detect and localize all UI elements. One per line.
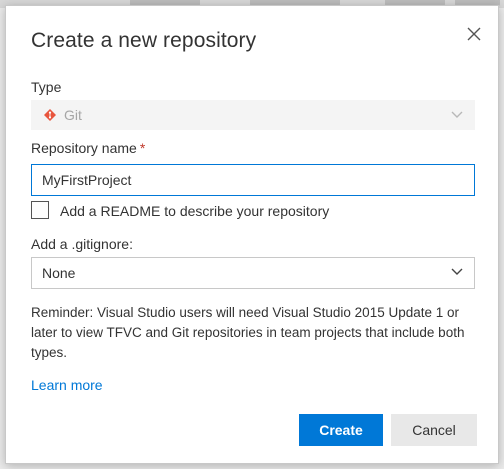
close-icon bbox=[467, 27, 481, 41]
cancel-button[interactable]: Cancel bbox=[391, 414, 477, 446]
type-label: Type bbox=[31, 79, 62, 95]
readme-checkbox[interactable] bbox=[31, 201, 49, 219]
close-button[interactable] bbox=[460, 20, 488, 48]
repository-name-label: Repository name * bbox=[31, 140, 145, 156]
chevron-down-icon bbox=[451, 268, 463, 275]
dialog-title: Create a new repository bbox=[31, 29, 257, 52]
create-button[interactable]: Create bbox=[299, 414, 383, 446]
gitignore-value: None bbox=[42, 265, 76, 281]
type-select: Git bbox=[31, 100, 475, 130]
gitignore-select[interactable]: None bbox=[31, 257, 475, 289]
create-repository-dialog: Create a new repository Type Git Reposit… bbox=[5, 5, 499, 464]
chevron-down-icon bbox=[451, 111, 463, 118]
repository-name-label-text: Repository name bbox=[31, 140, 137, 156]
readme-label[interactable]: Add a README to describe your repository bbox=[60, 203, 329, 219]
git-icon bbox=[44, 109, 56, 121]
reminder-text: Reminder: Visual Studio users will need … bbox=[31, 305, 465, 360]
required-marker: * bbox=[139, 140, 146, 156]
learn-more-link[interactable]: Learn more bbox=[31, 377, 103, 393]
type-value: Git bbox=[64, 107, 82, 123]
repository-name-input[interactable] bbox=[31, 164, 475, 196]
gitignore-label: Add a .gitignore: bbox=[31, 236, 133, 252]
